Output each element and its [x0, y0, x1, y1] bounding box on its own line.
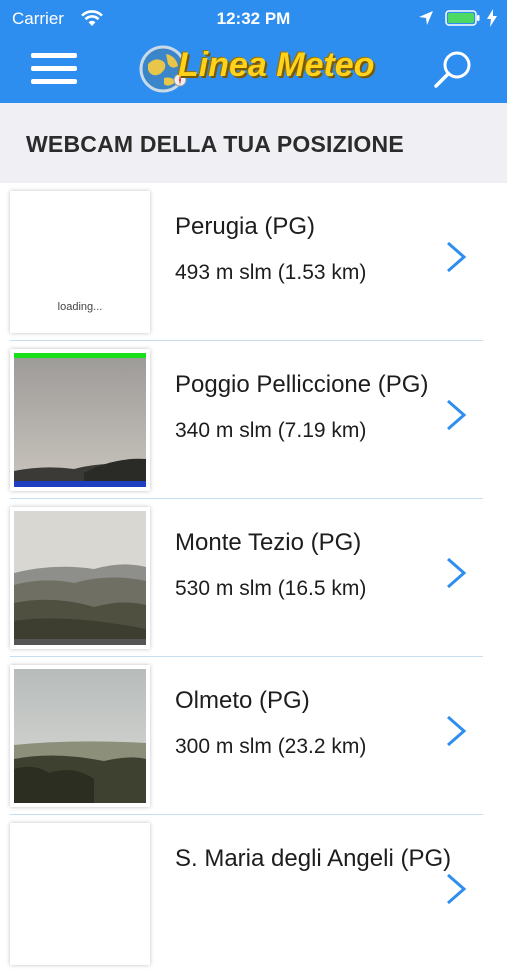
webcam-name: Poggio Pelliccione (PG) — [175, 371, 429, 398]
webcam-image — [14, 511, 146, 645]
webcam-image — [14, 669, 146, 803]
webcam-distance: 493 m slm (1.53 km) — [175, 261, 367, 284]
chevron-right-icon — [447, 873, 467, 905]
webcam-thumbnail — [10, 823, 150, 965]
status-bar: Carrier 12:32 PM — [0, 0, 507, 36]
webcam-row[interactable]: S. Maria degli Angeli (PG) — [0, 815, 507, 973]
webcam-row[interactable]: Monte Tezio (PG) 530 m slm (16.5 km) — [0, 499, 507, 657]
webcam-name: Olmeto (PG) — [175, 687, 310, 714]
webcam-name: Monte Tezio (PG) — [175, 529, 362, 556]
app-logo: Linea Meteo — [138, 42, 378, 98]
hamburger-menu-icon — [31, 53, 77, 58]
webcam-distance: 530 m slm (16.5 km) — [175, 577, 367, 600]
webcam-row[interactable]: Poggio Pelliccione (PG) 340 m slm (7.19 … — [0, 341, 507, 499]
loading-text: loading... — [57, 301, 103, 313]
webcam-thumbnail — [10, 507, 150, 649]
location-arrow-icon — [419, 11, 433, 25]
webcam-thumbnail — [10, 665, 150, 807]
webcam-row[interactable]: Olmeto (PG) 300 m slm (23.2 km) — [0, 657, 507, 815]
navigation-bar: Carrier 12:32 PM Linea Meteo — [0, 0, 507, 103]
search-button[interactable] — [430, 48, 476, 92]
section-title: WEBCAM DELLA TUA POSIZIONE — [26, 131, 404, 157]
chevron-right-icon — [447, 399, 467, 431]
webcam-image — [14, 353, 146, 487]
webcam-name: Perugia (PG) — [175, 213, 316, 240]
webcam-row[interactable]: loading... Perugia (PG) 493 m slm (1.53 … — [0, 183, 507, 341]
charging-icon — [487, 9, 497, 27]
webcam-thumbnail: loading... — [10, 191, 150, 333]
chevron-right-icon — [447, 557, 467, 589]
section-header: WEBCAM DELLA TUA POSIZIONE — [0, 103, 507, 183]
webcam-thumbnail — [10, 349, 150, 491]
battery-icon — [445, 10, 480, 26]
webcam-distance: 340 m slm (7.19 km) — [175, 419, 367, 442]
search-icon — [434, 51, 471, 88]
webcam-name: S. Maria degli Angeli (PG) — [175, 845, 452, 872]
webcam-distance: 300 m slm (23.2 km) — [175, 735, 367, 758]
chevron-right-icon — [447, 715, 467, 747]
menu-button[interactable] — [28, 50, 78, 88]
app-title: Linea Meteo — [178, 46, 375, 84]
chevron-right-icon — [447, 241, 467, 273]
